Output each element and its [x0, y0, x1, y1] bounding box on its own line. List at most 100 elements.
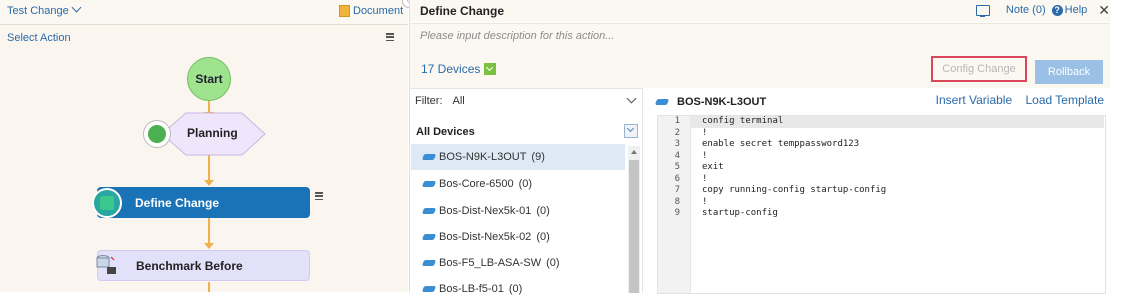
device-row[interactable]: BOS-N9K-L3OUT (9): [411, 144, 625, 170]
line-number: 8: [674, 196, 680, 207]
device-count-dropdown[interactable]: 17 Devices: [421, 62, 497, 76]
workflow-title-dropdown[interactable]: Test Change: [7, 2, 82, 17]
document-label: Document: [353, 5, 404, 17]
all-devices-header: All Devices: [416, 126, 475, 138]
benchmark-before-node[interactable]: Benchmark Before: [97, 250, 310, 281]
line-number: 9: [674, 208, 680, 218]
device-name: Bos-F5_LB-ASA-SW: [439, 257, 542, 269]
rollback-button[interactable]: Rollback: [1035, 60, 1103, 84]
line-number: 4: [674, 150, 680, 161]
device-count: (0): [536, 231, 550, 243]
chevron-down-icon: [71, 2, 82, 13]
device-name: Bos-LB-f5-01: [439, 283, 504, 295]
router-icon: [654, 99, 670, 105]
line-number: 7: [674, 185, 680, 195]
line-number: 3: [674, 139, 680, 149]
filter-value: All: [452, 95, 465, 107]
connector-line: [208, 99, 210, 113]
workflow-header: Test Change Document: [0, 0, 408, 25]
workflow-title: Test Change: [7, 5, 69, 17]
close-icon[interactable]: ✕: [1098, 3, 1110, 17]
script-editor[interactable]: 1 config terminal 2! 3 enable secret tempp…: [657, 115, 1106, 294]
line-number: 6: [674, 173, 680, 184]
device-row[interactable]: Bos-Core-6500 (0): [411, 171, 625, 197]
device-row[interactable]: Bos-Dist-Nex5k-01 (0): [411, 198, 625, 224]
scrollbar-thumb[interactable]: [629, 160, 639, 293]
detail-header: Define Change Note (0) ? Help ✕: [410, 0, 1110, 22]
connector-arrow: [204, 180, 214, 186]
line-text: config terminal: [702, 116, 784, 126]
monitor-icon[interactable]: [975, 4, 990, 17]
insert-variable-link[interactable]: Insert Variable: [936, 93, 1012, 107]
device-count: (9): [531, 151, 545, 163]
device-name: BOS-N9K-L3OUT: [439, 151, 527, 163]
device-filter[interactable]: Filter: All: [415, 95, 465, 107]
line-text: exit: [702, 162, 724, 172]
planning-icon: [143, 120, 171, 148]
connector-line: [208, 282, 210, 292]
editor-device: BOS-N9K-L3OUT: [654, 96, 767, 108]
planning-label: Planning: [187, 126, 238, 140]
device-row[interactable]: Bos-Dist-Nex5k-02 (0): [411, 224, 625, 250]
document-icon: [339, 5, 350, 17]
device-name: Bos-Dist-Nex5k-01: [439, 205, 532, 217]
help-link[interactable]: Help: [1065, 4, 1088, 16]
router-icon: [421, 260, 437, 266]
line-text: !: [702, 173, 708, 184]
device-toolbar: 17 Devices Config Change Rollback: [410, 48, 1110, 88]
router-icon: [421, 286, 437, 292]
line-text: startup-config: [702, 208, 778, 218]
filter-label: Filter:: [415, 95, 443, 107]
connector-line: [208, 155, 210, 181]
device-count: (0): [518, 178, 533, 190]
scroll-up-icon[interactable]: [631, 150, 637, 154]
menu-icon[interactable]: [386, 33, 394, 42]
load-template-link[interactable]: Load Template: [1025, 93, 1104, 107]
device-row[interactable]: Bos-F5_LB-ASA-SW (0): [411, 250, 625, 276]
workflow-panel: Test Change Document « Select Action Sta…: [0, 0, 416, 292]
help-icon[interactable]: ?: [1051, 4, 1063, 16]
device-name: Bos-Dist-Nex5k-02: [439, 231, 532, 243]
line-number: 1: [674, 116, 680, 126]
benchmark-before-label: Benchmark Before: [136, 258, 243, 273]
connector-arrow: [204, 243, 214, 249]
line-number: 5: [674, 162, 680, 172]
device-count: (0): [508, 283, 523, 295]
node-menu-icon[interactable]: [315, 192, 323, 201]
device-count: (0): [536, 205, 550, 217]
script-editor-panel: BOS-N9K-L3OUT Insert Variable Load Templ…: [643, 88, 1110, 294]
router-icon: [421, 154, 437, 160]
line-text: enable secret temppassword123: [702, 139, 860, 149]
device-count: (0): [546, 257, 560, 269]
router-icon: [421, 181, 437, 187]
document-link[interactable]: Document: [339, 5, 403, 17]
config-change-button[interactable]: Config Change: [931, 56, 1027, 82]
line-number: 2: [674, 127, 680, 138]
collapse-devices-button[interactable]: [624, 124, 638, 138]
chevron-down-icon[interactable]: [626, 93, 637, 104]
line-text: !: [702, 150, 708, 161]
router-icon: [421, 208, 437, 214]
define-change-label: Define Change: [135, 195, 220, 210]
action-detail-panel: Define Change Note (0) ? Help ✕ Please i…: [409, 0, 1124, 295]
define-change-node[interactable]: Define Change: [97, 187, 310, 218]
select-action-link[interactable]: Select Action: [7, 32, 71, 44]
description-placeholder: Please input description for this action…: [420, 30, 615, 42]
editor-device-name: BOS-N9K-L3OUT: [677, 96, 767, 108]
connector-line: [208, 218, 210, 244]
device-name: Bos-Core-6500: [439, 178, 514, 190]
line-text: !: [702, 127, 708, 138]
router-icon: [421, 234, 437, 240]
define-change-icon: [92, 188, 122, 218]
device-list-scrollbar[interactable]: [628, 146, 640, 293]
line-text: copy running-config startup-config: [702, 185, 887, 195]
device-row[interactable]: Bos-LB-f5-01 (0): [411, 276, 625, 302]
editor-links: Insert Variable Load Template: [926, 93, 1104, 107]
device-list-panel: Filter: All All Devices BOS-N9K-L3OUT (9)…: [410, 88, 643, 295]
start-node[interactable]: Start: [187, 57, 231, 101]
chevron-down-icon: [484, 63, 497, 75]
line-text: !: [702, 196, 708, 207]
benchmark-icon: [94, 253, 118, 277]
note-link[interactable]: Note (0): [1006, 4, 1046, 16]
description-field[interactable]: Please input description for this action…: [410, 23, 1110, 49]
